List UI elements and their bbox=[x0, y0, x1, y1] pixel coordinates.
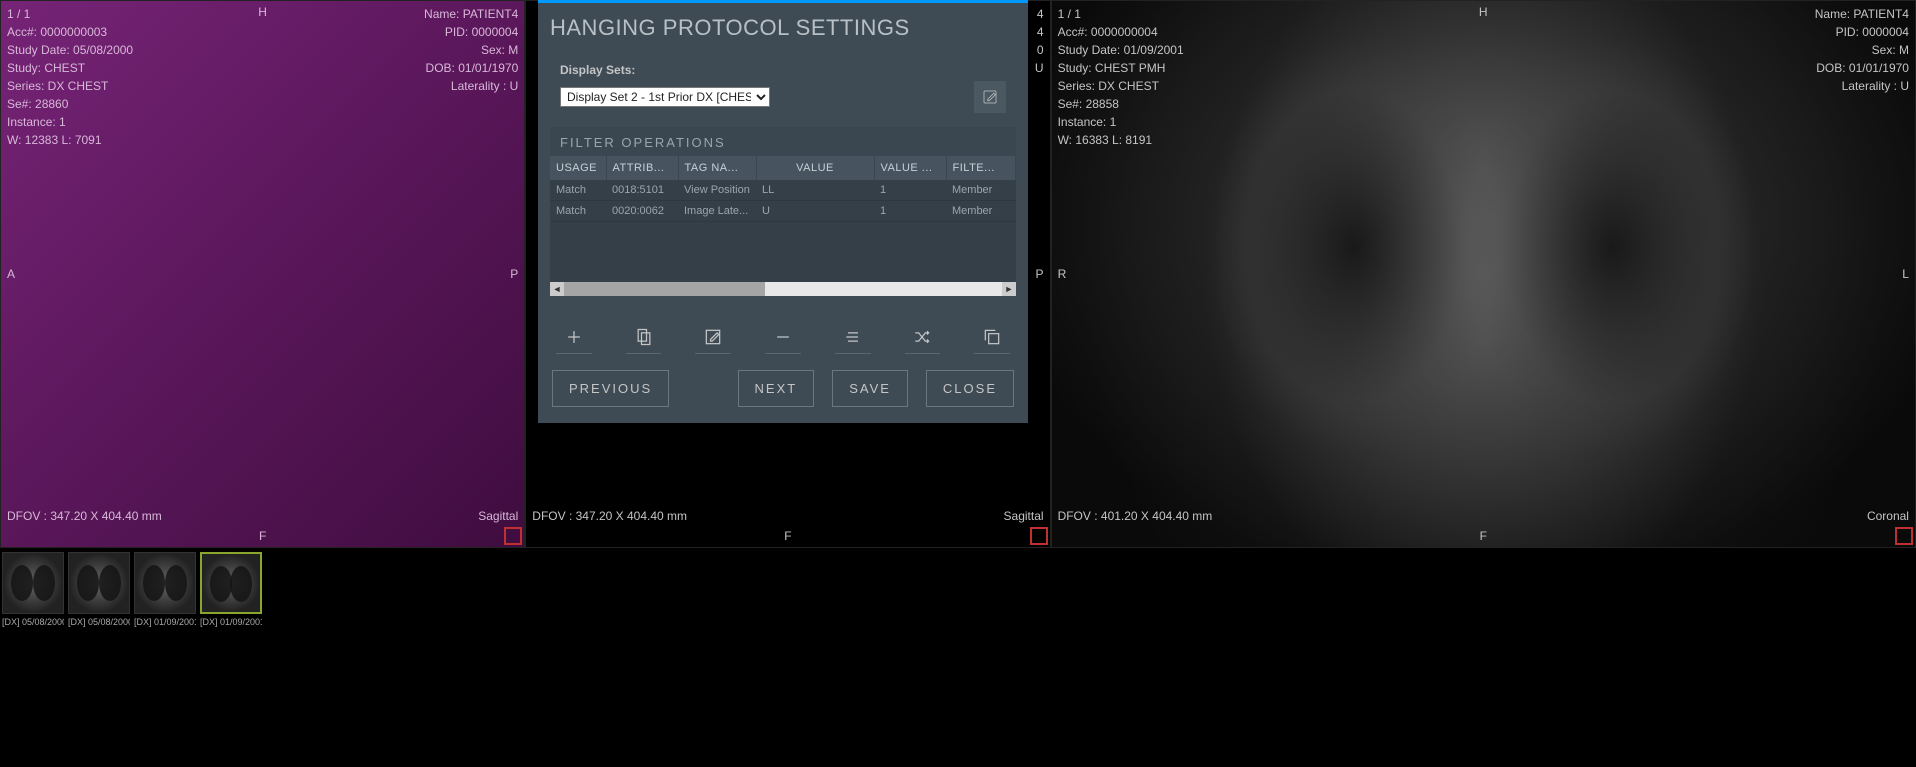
filter-table: USAGE ATTRIB... TAG NA... VALUE VALUE ..… bbox=[550, 156, 1016, 222]
thumbnail-image bbox=[200, 552, 262, 614]
edit-button[interactable] bbox=[695, 320, 731, 354]
vp3-orientation: Coronal bbox=[1867, 509, 1909, 523]
vp2-dfov: DFOV : 347.20 X 404.40 mm bbox=[532, 509, 687, 523]
thumbnail-image bbox=[2, 552, 64, 614]
filter-operations-panel: FILTER OPERATIONS USAGE ATTRIB... TAG NA… bbox=[550, 127, 1016, 296]
col-valuenum[interactable]: VALUE ... bbox=[874, 156, 946, 180]
vp1-orientation: Sagittal bbox=[478, 509, 518, 523]
filter-table-hscroll[interactable]: ◄ ► bbox=[550, 282, 1016, 296]
thumbnail-label: [DX] 01/09/2001 bbox=[200, 617, 262, 627]
display-sets-label: Display Sets: bbox=[560, 63, 1016, 77]
vp3-bottom-center: F bbox=[1480, 529, 1487, 543]
thumbnail-label: [DX] 05/08/2000 bbox=[68, 617, 130, 627]
remove-button[interactable] bbox=[765, 320, 801, 354]
next-button[interactable]: NEXT bbox=[738, 370, 815, 407]
vp3-top-left: 1 / 1 Acc#: 0000000004 Study Date: 01/09… bbox=[1058, 5, 1184, 149]
vp3-right-center: L bbox=[1902, 267, 1909, 281]
dialog-title: HANGING PROTOCOL SETTINGS bbox=[550, 15, 1016, 41]
vp1-indicator bbox=[504, 527, 522, 545]
filter-action-row bbox=[550, 306, 1016, 360]
duplicate-button[interactable] bbox=[974, 320, 1010, 354]
vp1-top-center: H bbox=[258, 5, 267, 19]
thumbnail[interactable]: [DX] 05/08/2000 bbox=[2, 552, 64, 627]
add-button[interactable] bbox=[556, 320, 592, 354]
col-tag[interactable]: TAG NA... bbox=[678, 156, 756, 180]
viewport-1[interactable]: 1 / 1 Acc#: 0000000003 Study Date: 05/08… bbox=[0, 0, 525, 548]
vp2-right-center: P bbox=[1036, 267, 1044, 281]
viewport-3[interactable]: 1 / 1 Acc#: 0000000004 Study Date: 01/09… bbox=[1051, 0, 1916, 548]
display-set-select[interactable]: Display Set 2 - 1st Prior DX [CHEST] bbox=[560, 87, 770, 107]
thumbnail[interactable]: [DX] 01/09/2001 bbox=[134, 552, 196, 627]
hanging-protocol-dialog: HANGING PROTOCOL SETTINGS Display Sets: … bbox=[538, 0, 1028, 423]
vp2-indicator bbox=[1030, 527, 1048, 545]
shuffle-button[interactable] bbox=[905, 320, 941, 354]
edit-display-set-button[interactable] bbox=[974, 81, 1006, 113]
vp1-dfov: DFOV : 347.20 X 404.40 mm bbox=[7, 509, 162, 523]
vp2-top-right: 4 4 0 U bbox=[1035, 5, 1044, 77]
filter-table-header: USAGE ATTRIB... TAG NA... VALUE VALUE ..… bbox=[550, 156, 1016, 180]
vp2-orientation: Sagittal bbox=[1004, 509, 1044, 523]
thumbnail-label: [DX] 01/09/2001 bbox=[134, 617, 196, 627]
vp3-top-center: H bbox=[1479, 5, 1488, 19]
thumbnail[interactable]: [DX] 05/08/2000 bbox=[68, 552, 130, 627]
thumbnail-label: [DX] 05/08/2000 bbox=[2, 617, 64, 627]
vp3-left-center: R bbox=[1058, 267, 1067, 281]
vp1-top-left: 1 / 1 Acc#: 0000000003 Study Date: 05/08… bbox=[7, 5, 133, 149]
thumbnail-image bbox=[134, 552, 196, 614]
col-value[interactable]: VALUE bbox=[756, 156, 874, 180]
save-button[interactable]: SAVE bbox=[832, 370, 908, 407]
vp1-right-center: P bbox=[510, 267, 518, 281]
vp3-indicator bbox=[1895, 527, 1913, 545]
thumbnail-image bbox=[68, 552, 130, 614]
vp1-left-center: A bbox=[7, 267, 15, 281]
list-button[interactable] bbox=[835, 320, 871, 354]
copy-button[interactable] bbox=[626, 320, 662, 354]
thumbnail-row: [DX] 05/08/2000 [DX] 05/08/2000 [DX] 01/… bbox=[2, 552, 262, 627]
scroll-right-icon[interactable]: ► bbox=[1002, 282, 1016, 296]
col-filter[interactable]: FILTE... bbox=[946, 156, 1016, 180]
vp3-top-right: Name: PATIENT4 PID: 0000004 Sex: M DOB: … bbox=[1815, 5, 1909, 95]
close-button[interactable]: CLOSE bbox=[926, 370, 1014, 407]
previous-button[interactable]: PREVIOUS bbox=[552, 370, 669, 407]
table-row[interactable]: Match 0020:0062 Image Late... U 1 Member bbox=[550, 201, 1016, 222]
thumbnail[interactable]: [DX] 01/09/2001 bbox=[200, 552, 262, 627]
scroll-left-icon[interactable]: ◄ bbox=[550, 282, 564, 296]
col-attrib[interactable]: ATTRIB... bbox=[606, 156, 678, 180]
col-usage[interactable]: USAGE bbox=[550, 156, 606, 180]
vp1-bottom-center: F bbox=[259, 529, 266, 543]
table-row[interactable]: Match 0018:5101 View Position LL 1 Membe… bbox=[550, 180, 1016, 201]
filter-operations-header: FILTER OPERATIONS bbox=[550, 127, 1016, 156]
vp1-top-right: Name: PATIENT4 PID: 0000004 Sex: M DOB: … bbox=[424, 5, 518, 95]
vp3-dfov: DFOV : 401.20 X 404.40 mm bbox=[1058, 509, 1213, 523]
vp2-bottom-center: F bbox=[784, 529, 791, 543]
